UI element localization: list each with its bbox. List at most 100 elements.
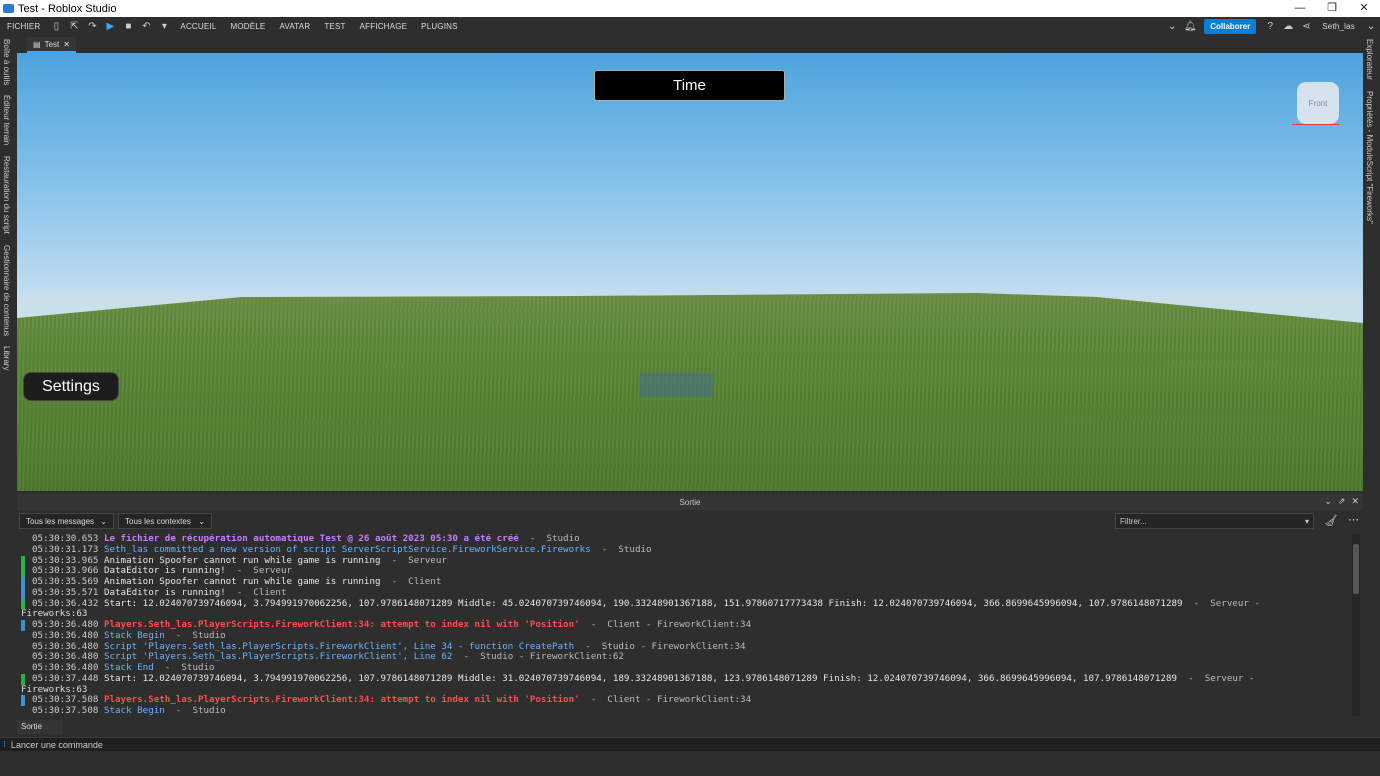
menu-test[interactable]: TEST xyxy=(317,22,352,31)
maximize-button[interactable]: ❐ xyxy=(1316,0,1348,17)
log-line: 05:30:37.508 Stack Begin - Studio xyxy=(17,705,1351,717)
tab-asset-manager[interactable]: Gestionnaire de contenus xyxy=(2,245,11,336)
log-message: Start: 12.024070739746094, 3.79499197006… xyxy=(103,597,1183,609)
output-filter-bar: Tous les messages ⌄ Tous les contextes ⌄… xyxy=(17,512,1363,530)
tab-script-recovery[interactable]: Restauration du script xyxy=(2,156,11,234)
tab-terrain-editor[interactable]: Éditeur terrain xyxy=(2,95,11,145)
log-message: Stack Begin xyxy=(103,629,165,641)
share-icon[interactable]: ⋖ xyxy=(1301,21,1311,32)
user-dropdown-icon[interactable]: ⌄ xyxy=(1366,21,1376,32)
minimize-button[interactable]: — xyxy=(1284,0,1316,17)
tab-properties[interactable]: Propriétés - ModuleScript "Fireworks" xyxy=(1365,91,1374,224)
output-scrollbar[interactable] xyxy=(1352,534,1360,716)
tab-explorer[interactable]: Explorateur xyxy=(1365,39,1374,80)
log-message: Script 'Players.Seth_las.PlayerScripts.F… xyxy=(103,651,453,663)
log-context: - Serveur xyxy=(225,565,293,577)
log-timestamp: 05:30:35.569 xyxy=(32,576,99,587)
log-message: Players.Seth_las.PlayerScripts.FireworkC… xyxy=(103,619,580,630)
doc-tab-label: Test xyxy=(44,39,60,49)
redo-icon[interactable]: ↷ xyxy=(87,21,97,32)
new-file-icon[interactable]: ▯ xyxy=(51,21,61,32)
log-timestamp: 05:30:37.508 xyxy=(32,694,99,706)
open-file-icon[interactable]: ⇱ xyxy=(69,21,79,32)
log-context: - Serveur xyxy=(380,554,447,566)
left-panel-tabs: Boîte à outils Éditeur terrain Restaurat… xyxy=(0,35,17,740)
log-context: - Serveur - xyxy=(1177,672,1255,684)
clear-output-icon[interactable]: 🧹︎ xyxy=(1324,514,1338,527)
user-name[interactable]: Seth_las xyxy=(1315,22,1362,31)
more-options-icon[interactable]: ⋯ xyxy=(1348,513,1359,526)
log-context-marker xyxy=(21,566,25,577)
contexts-dropdown-label: Tous les contextes xyxy=(125,516,191,526)
filter-input[interactable]: Filtrer... ▾ xyxy=(1115,513,1314,529)
close-icon[interactable]: ✕ xyxy=(1351,496,1359,507)
help-icon[interactable]: ? xyxy=(1265,21,1275,32)
cloud-icon[interactable]: ☁ xyxy=(1283,21,1293,32)
log-context-marker xyxy=(21,598,25,610)
log-message: Seth_las committed a new version of scri… xyxy=(103,543,591,555)
chevron-down-icon[interactable]: ⌄ xyxy=(1167,21,1177,32)
messages-dropdown[interactable]: Tous les messages ⌄ xyxy=(19,513,114,529)
menu-model[interactable]: MODÈLE xyxy=(223,22,272,31)
log-timestamp: 05:30:31.173 xyxy=(32,543,99,555)
log-message: Start: 12.024070739746094, 3.79499197006… xyxy=(103,672,1178,684)
collaborate-button[interactable]: Collaborer xyxy=(1204,18,1257,34)
window-title: Test - Roblox Studio xyxy=(18,2,117,15)
tab-library[interactable]: Library xyxy=(2,346,11,370)
command-bar[interactable]: ⁝ Lancer une commande xyxy=(0,737,1380,751)
undock-icon[interactable]: ⇗ xyxy=(1338,496,1346,507)
doc-tab-test[interactable]: ▤ Test ✕ xyxy=(27,37,76,53)
quick-access-dropdown-icon[interactable]: ▾ xyxy=(159,21,169,32)
output-title-bar: Sortie ⌄ ⇗ ✕ xyxy=(17,494,1363,510)
close-icon[interactable]: ✕ xyxy=(63,40,70,49)
log-timestamp: 05:30:36.480 xyxy=(32,640,99,652)
menu-plugins[interactable]: PLUGINS xyxy=(414,22,465,31)
menu-view[interactable]: AFFICHAGE xyxy=(353,22,415,31)
log-context-marker xyxy=(21,620,25,631)
contexts-dropdown[interactable]: Tous les contextes ⌄ xyxy=(118,513,212,529)
log-timestamp: 05:30:36.480 xyxy=(32,651,99,663)
log-context: - Client xyxy=(225,586,287,598)
log-message: Animation Spoofer cannot run while game … xyxy=(103,576,381,587)
tab-output[interactable]: Sortie xyxy=(17,720,63,734)
log-context-marker xyxy=(21,587,25,599)
window-controls: — ❐ ✕ xyxy=(1284,0,1380,17)
panel-menu-icon[interactable]: ⌄ xyxy=(1324,496,1332,507)
view-cube[interactable]: Front xyxy=(1297,82,1339,124)
menu-file[interactable]: FICHIER xyxy=(0,22,47,31)
play-icon[interactable]: ▶ xyxy=(105,21,115,32)
log-context: - Client - FireworkClient:34 xyxy=(579,619,752,630)
chevron-down-icon: ▾ xyxy=(1304,516,1309,526)
log-timestamp: 05:30:30.653 xyxy=(32,534,99,544)
undo-icon[interactable]: ↶ xyxy=(141,21,151,32)
time-label: Time xyxy=(594,70,785,101)
log-context-marker xyxy=(21,695,25,706)
menu-avatar[interactable]: AVATAR xyxy=(272,22,317,31)
log-context: - Studio - FireworkClient:62 xyxy=(452,651,624,663)
log-line: 05:30:36.480 Script 'Players.Seth_las.Pl… xyxy=(17,651,1351,663)
menu-home[interactable]: ACCUEIL xyxy=(173,22,223,31)
game-viewport[interactable]: Time Settings Front xyxy=(17,53,1363,491)
document-tab-strip: ▤ Test ✕ xyxy=(17,35,1363,53)
log-message: DataEditor is running! xyxy=(103,565,226,577)
log-context: - Studio - FireworkClient:34 xyxy=(574,640,746,652)
tab-toolbox[interactable]: Boîte à outils xyxy=(2,39,11,85)
output-panel: Sortie ⌄ ⇗ ✕ Tous les messages ⌄ Tous le… xyxy=(17,494,1363,734)
chevron-down-icon: ⌄ xyxy=(198,516,205,526)
log-message: Stack End xyxy=(103,662,154,673)
log-timestamp: 05:30:33.966 xyxy=(32,565,99,577)
menu-bar: FICHIER ▯ ⇱ ↷ ▶ ■ ↶ ▾ ACCUEIL MODÈLE AVA… xyxy=(0,17,1380,35)
log-message: Stack Begin xyxy=(103,705,165,716)
stop-icon[interactable]: ■ xyxy=(123,21,133,32)
z-axis-indicator xyxy=(1339,86,1340,126)
log-timestamp: 05:30:36.432 xyxy=(32,597,99,609)
distant-object xyxy=(639,373,714,397)
right-panel-tabs: Explorateur Propriétés - ModuleScript "F… xyxy=(1363,35,1380,740)
close-window-button[interactable]: ✕ xyxy=(1348,0,1380,17)
log-context: - Studio xyxy=(590,543,652,555)
log-context: - Studio xyxy=(153,662,215,673)
settings-button[interactable]: Settings xyxy=(23,372,119,401)
log-message: Players.Seth_las.PlayerScripts.FireworkC… xyxy=(103,694,580,706)
log-message: Script 'Players.Seth_las.PlayerScripts.F… xyxy=(103,640,575,652)
bell-icon[interactable]: 🔔︎ xyxy=(1184,21,1197,32)
